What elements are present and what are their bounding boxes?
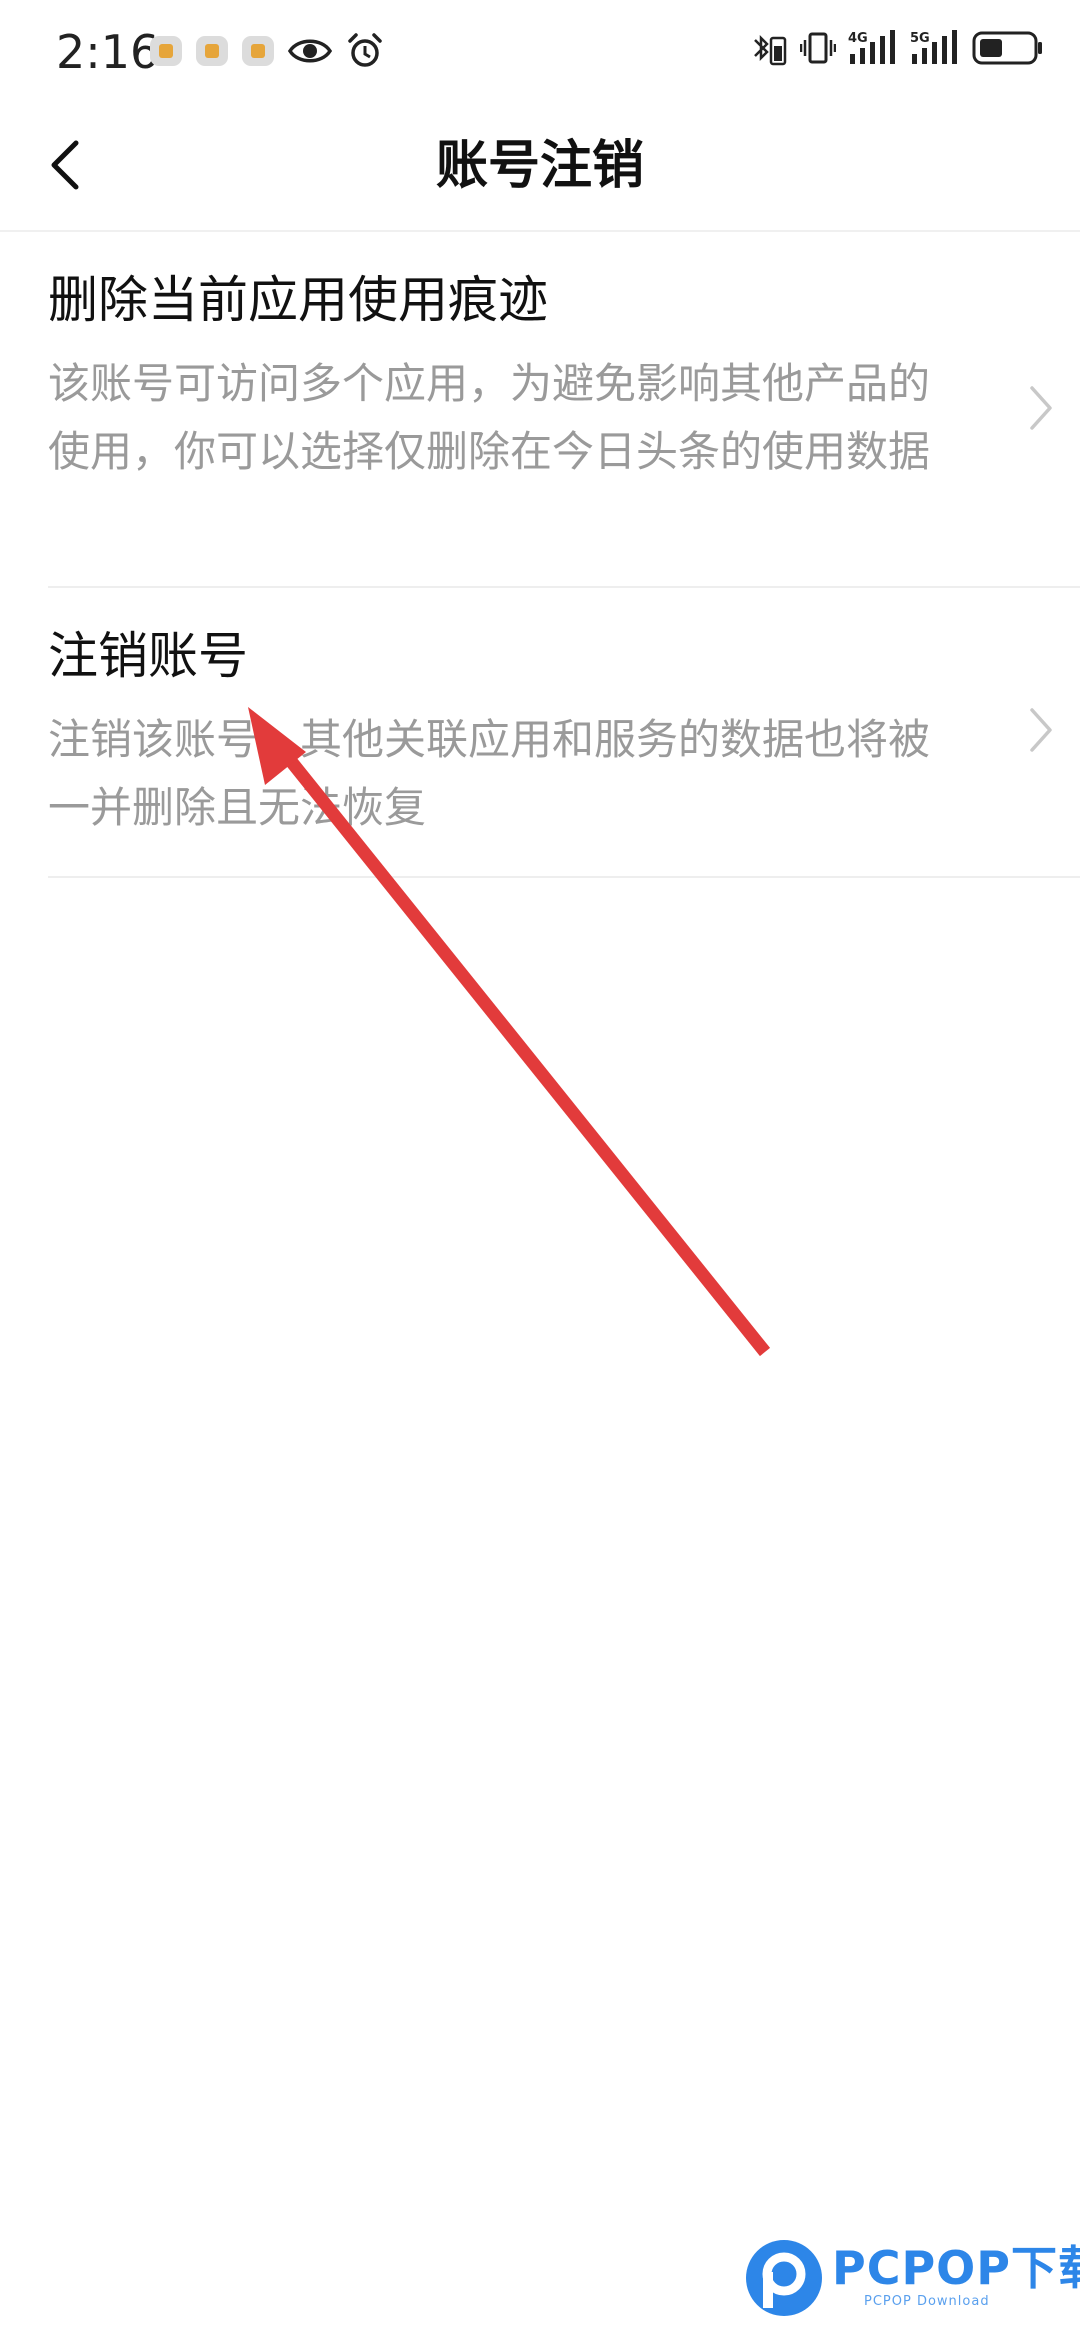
app-notification-icon (196, 36, 228, 66)
signal-4g-icon: 4G (848, 30, 895, 64)
signal-5g-icon: 5G (910, 30, 957, 64)
chevron-right-icon (1030, 708, 1052, 752)
cancel-account-item[interactable]: 注销账号 注销该账号，其他关联应用和服务的数据也将被一并删除且无法恢复 (48, 588, 1080, 878)
alarm-icon (348, 33, 382, 67)
status-time: 2:16 (56, 25, 160, 79)
watermark: PCPOP下载 PCPOP Download (740, 2236, 1080, 2326)
watermark-brand: PCPOP下载 (832, 2241, 1080, 2295)
item-title: 删除当前应用使用痕迹 (48, 271, 548, 329)
page-title: 账号注销 (435, 136, 644, 196)
eye-icon (288, 39, 332, 63)
system-icons: 4G 5G (752, 28, 1044, 68)
app-notification-icon (242, 36, 274, 66)
nav-bar: 账号注销 (0, 100, 1080, 232)
item-title: 注销账号 (48, 627, 248, 685)
chevron-right-icon (1030, 386, 1052, 430)
screen: 2:16 4G 5G 账号注销 删除当前应用使用痕迹 该账号可访问多个应用，为避… (0, 0, 1080, 2340)
option-list: 删除当前应用使用痕迹 该账号可访问多个应用，为避免影响其他产品的使用，你可以选择… (0, 232, 1080, 878)
item-description: 该账号可访问多个应用，为避免影响其他产品的使用，你可以选择仅删除在今日头条的使用… (48, 359, 931, 476)
battery-icon (972, 31, 1042, 65)
status-bar: 2:16 4G 5G (0, 0, 1080, 100)
vibrate-icon (800, 32, 836, 64)
notification-icons (150, 32, 384, 70)
app-notification-icon (150, 36, 182, 66)
svg-text:4G: 4G (848, 31, 868, 46)
watermark-sub: PCPOP Download (864, 2294, 990, 2309)
bluetooth-battery-icon (754, 34, 787, 66)
delete-usage-traces-item[interactable]: 删除当前应用使用痕迹 该账号可访问多个应用，为避免影响其他产品的使用，你可以选择… (48, 232, 1080, 588)
pcpop-logo-icon (746, 2240, 822, 2316)
item-description: 注销该账号，其他关联应用和服务的数据也将被一并删除且无法恢复 (48, 715, 931, 832)
svg-text:5G: 5G (910, 31, 930, 46)
